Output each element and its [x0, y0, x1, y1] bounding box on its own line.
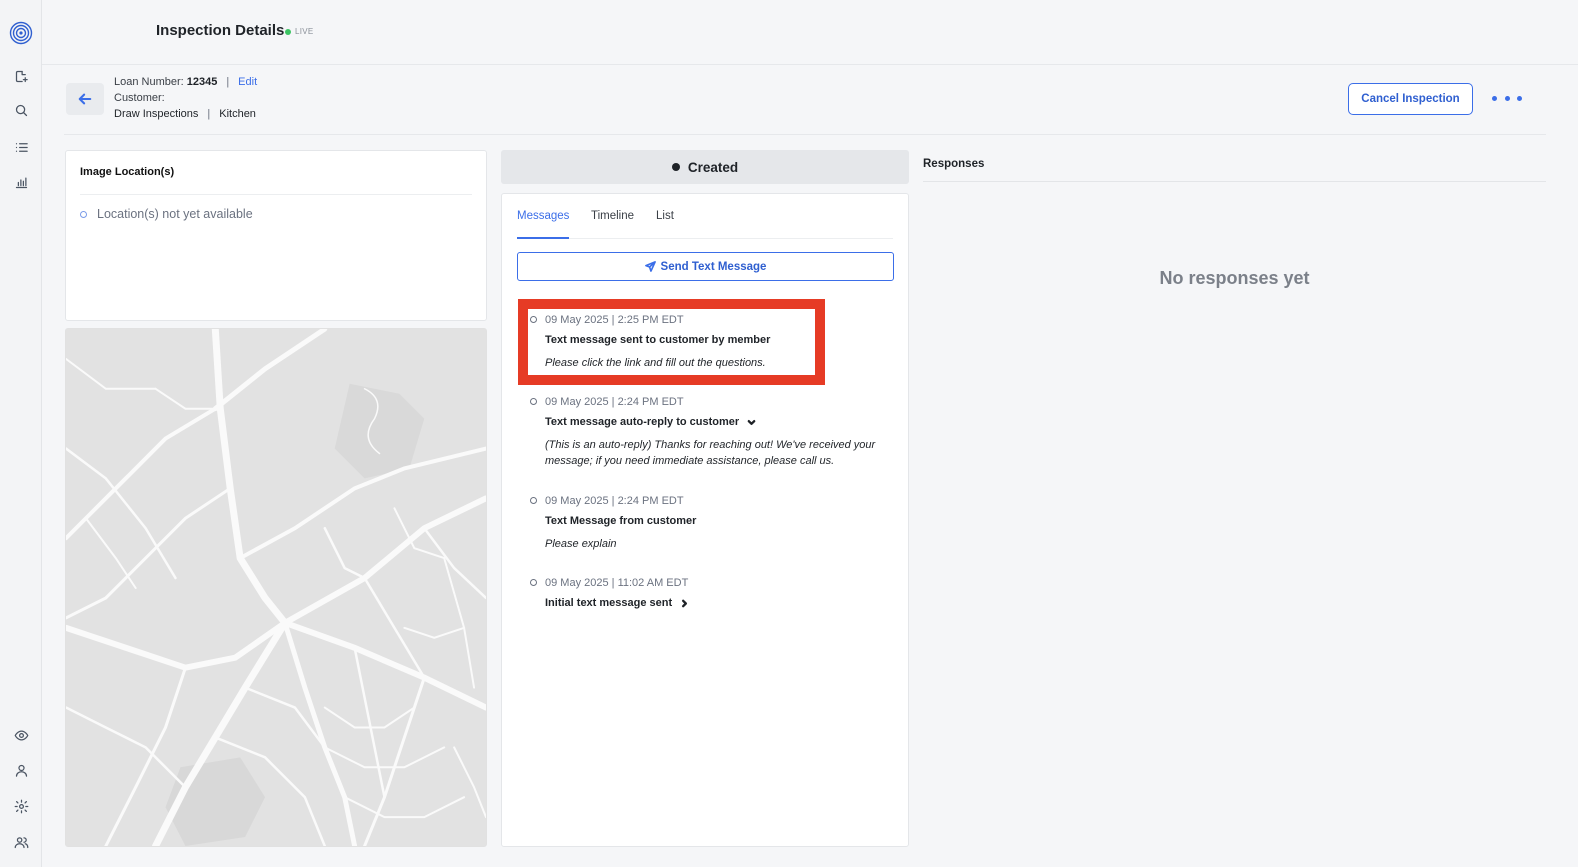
tab-messages[interactable]: Messages [517, 210, 569, 222]
sidebar [0, 0, 42, 867]
team-icon[interactable] [11, 832, 31, 852]
page-title: Inspection Details [156, 22, 285, 39]
message-item: 09 May 2025 | 2:24 PM EDT Text Message f… [530, 495, 890, 555]
message-title: Text Message from customer [545, 515, 696, 527]
live-label: LIVE [295, 27, 314, 36]
list-icon[interactable] [11, 137, 31, 157]
location-empty-text: Location(s) not yet available [97, 207, 253, 221]
message-title-text: Text Message from customer [545, 515, 697, 527]
timeline-node-icon [530, 316, 537, 323]
live-dot-icon [285, 28, 291, 35]
status-bar: Created [501, 150, 909, 184]
responses-title: Responses [923, 158, 985, 170]
message-title-text: Text message auto-reply to customer [545, 416, 740, 428]
inspection-info-bar: Loan Number: 12345 | Edit Customer: Draw… [64, 66, 1546, 135]
live-badge: LIVE [285, 27, 314, 36]
map-streets [66, 329, 486, 846]
messages-panel: Messages Timeline List Send Text Message… [501, 193, 909, 847]
cancel-inspection-button[interactable]: Cancel Inspection [1348, 83, 1473, 115]
location-bullet-icon [80, 210, 87, 218]
location-empty-item: Location(s) not yet available [80, 207, 253, 221]
fingerprint-logo[interactable] [9, 21, 33, 45]
send-text-message-label: Send Text Message [660, 260, 767, 273]
tab-list[interactable]: List [656, 210, 674, 222]
chevron-down-icon[interactable] [747, 418, 756, 427]
message-title-text: Text message sent to customer by member [545, 334, 771, 346]
message-timestamp: 09 May 2025 | 2:24 PM EDT [545, 495, 684, 507]
status-dot-icon [671, 163, 680, 171]
message-body: (This is an auto-reply) Thanks for reach… [545, 439, 876, 467]
tab-bar: Messages Timeline List [517, 194, 893, 239]
top-header: Inspection Details LIVE [42, 0, 1578, 65]
map-view[interactable] [65, 328, 487, 847]
image-locations-card: Image Location(s) Location(s) not yet av… [65, 150, 487, 321]
customer-row: Customer: [114, 92, 165, 104]
user-icon[interactable] [11, 760, 31, 780]
message-title-text: Initial text message sent [545, 597, 673, 609]
new-inspection-icon[interactable] [11, 66, 31, 86]
send-icon [644, 261, 656, 272]
back-button[interactable] [66, 83, 104, 115]
image-locations-title: Image Location(s) [80, 166, 175, 178]
loan-number-value: 12345 [186, 76, 218, 88]
message-body: Please explain [545, 538, 617, 550]
loan-number-row: Loan Number: 12345 | Edit [114, 76, 257, 88]
send-text-message-button[interactable]: Send Text Message [517, 252, 894, 281]
category-row: Draw Inspections | Kitchen [114, 108, 256, 120]
status-label: Created [687, 159, 739, 175]
edit-link[interactable]: Edit [238, 76, 257, 88]
message-timestamp: 09 May 2025 | 2:24 PM EDT [545, 396, 684, 408]
arrow-left-icon [78, 93, 92, 105]
message-timestamp: 09 May 2025 | 11:02 AM EDT [545, 577, 689, 589]
message-timestamp: 09 May 2025 | 2:25 PM EDT [545, 314, 684, 326]
settings-icon[interactable] [11, 796, 31, 816]
search-icon[interactable] [11, 100, 31, 120]
timeline-node-icon [530, 497, 537, 504]
inspection-location: Kitchen [219, 108, 256, 120]
more-horizontal-icon[interactable] [1492, 90, 1522, 106]
active-tab-indicator [517, 237, 569, 239]
eye-icon[interactable] [11, 725, 31, 745]
message-title: Text message sent to customer by member [545, 334, 770, 346]
chevron-right-icon[interactable] [680, 599, 689, 608]
message-body: Please click the link and fill out the q… [545, 357, 766, 369]
message-item: 09 May 2025 | 2:24 PM EDT Text message a… [530, 396, 890, 476]
separator: | [226, 76, 230, 88]
analytics-icon[interactable] [11, 172, 31, 192]
inspection-category: Draw Inspections [114, 108, 199, 120]
loan-number-label: Loan Number: [114, 76, 184, 88]
timeline-node-icon [530, 398, 537, 405]
customer-label: Customer: [114, 92, 165, 104]
tab-timeline[interactable]: Timeline [591, 210, 634, 222]
message-item: 09 May 2025 | 2:25 PM EDT Text message s… [530, 314, 890, 384]
message-title[interactable]: Text message auto-reply to customer [545, 416, 756, 428]
message-title[interactable]: Initial text message sent [545, 597, 689, 609]
no-responses-text: No responses yet [1159, 268, 1310, 288]
timeline-node-icon [530, 579, 537, 586]
separator: | [207, 108, 211, 120]
divider [923, 181, 1546, 182]
message-item: 09 May 2025 | 11:02 AM EDT Initial text … [530, 577, 890, 617]
divider [80, 194, 472, 195]
